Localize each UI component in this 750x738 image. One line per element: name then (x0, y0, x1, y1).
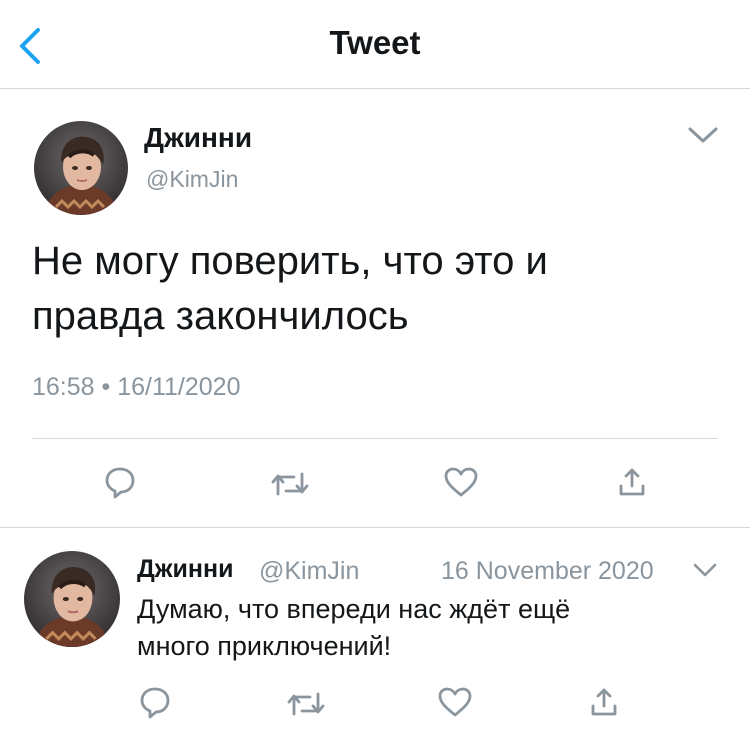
tweet-text-line: правда закончилось (32, 294, 409, 338)
heart-icon (438, 687, 472, 717)
author-name[interactable]: Джинни (137, 555, 233, 584)
retweet-icon (287, 692, 325, 716)
author-handle[interactable]: @KimJin (146, 166, 238, 193)
divider (0, 527, 750, 528)
tweet-text-line: Думаю, что впереди нас ждёт ещё (137, 594, 571, 624)
share-button[interactable] (617, 466, 647, 498)
tweet-date: 16 November 2020 (441, 557, 654, 585)
reply-button[interactable] (139, 686, 171, 720)
share-icon (591, 688, 617, 716)
reply-button[interactable] (104, 466, 136, 500)
tweet-text: Думаю, что впереди нас ждёт ещё много пр… (137, 591, 727, 665)
tweet-text: Не могу поверить, что это и правда закон… (32, 234, 722, 344)
retweet-button[interactable] (287, 690, 325, 718)
reply-icon (140, 687, 170, 719)
avatar[interactable] (24, 551, 120, 647)
tweet-text-line: много приключений! (137, 631, 392, 661)
heart-icon (444, 467, 478, 497)
avatar[interactable] (34, 121, 128, 215)
like-button[interactable] (443, 466, 479, 498)
divider (32, 438, 718, 439)
chevron-down-icon (688, 127, 718, 143)
retweet-icon (271, 472, 309, 496)
chevron-down-icon (693, 563, 717, 577)
page-title: Tweet (329, 24, 421, 61)
retweet-button[interactable] (271, 470, 309, 498)
author-name[interactable]: Джинни (144, 122, 252, 154)
more-options-button[interactable] (686, 122, 720, 148)
more-options-button[interactable] (692, 560, 718, 580)
share-icon (619, 468, 645, 496)
tweet-text-line: Не могу поверить, что это и (32, 239, 548, 283)
author-handle[interactable]: @KimJin (259, 557, 359, 586)
share-button[interactable] (589, 686, 619, 718)
tweet-timestamp: 16:58 • 16/11/2020 (32, 373, 241, 401)
like-button[interactable] (437, 686, 473, 718)
reply-icon (105, 467, 135, 499)
